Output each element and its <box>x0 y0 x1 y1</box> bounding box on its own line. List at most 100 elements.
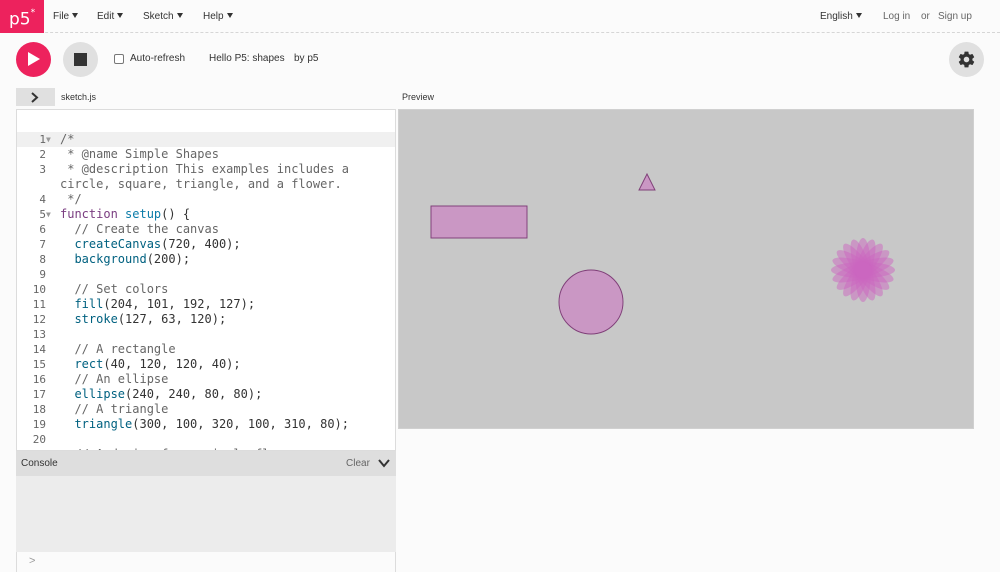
line-number: 18 <box>32 403 46 416</box>
stop-button[interactable] <box>63 42 98 77</box>
play-button[interactable] <box>16 42 51 77</box>
sidebar-toggle-button[interactable] <box>16 88 55 106</box>
code-line[interactable]: 14 // A rectangle <box>17 342 395 357</box>
menu-edit-label: Edit <box>97 11 115 22</box>
line-number: 12 <box>32 313 46 326</box>
sketch-owner: by p5 <box>294 53 319 64</box>
menu-file-label: File <box>53 11 70 22</box>
preview-canvas[interactable] <box>398 109 974 429</box>
code-text: rect(40, 120, 120, 40); <box>74 357 241 371</box>
code-text: // Set colors <box>60 282 169 296</box>
top-nav: p5* File Edit Sketch Help English Log in… <box>0 0 1000 33</box>
console-input[interactable]: > <box>16 552 396 572</box>
code-text: * @name Simple Shapes <box>60 147 219 161</box>
line-number: 3 <box>39 163 46 176</box>
line-number: 8 <box>39 253 46 266</box>
code-text: // A triangle <box>60 402 169 416</box>
sketch-name[interactable]: Hello P5: shapes <box>209 53 285 64</box>
sketch-rectangle <box>430 205 528 239</box>
code-text: triangle(300, 100, 320, 100, 310, 80); <box>74 417 349 431</box>
autorefresh-checkbox[interactable] <box>114 54 124 64</box>
line-number: 16 <box>32 373 46 386</box>
caret-down-icon <box>72 13 79 18</box>
language-dropdown[interactable]: English <box>820 0 862 33</box>
line-number: 10 <box>32 283 46 296</box>
fold-arrow-icon[interactable]: ▼ <box>46 132 51 147</box>
code-line[interactable]: 11 fill(204, 101, 192, 127); <box>17 297 395 312</box>
line-number: 9 <box>39 268 46 281</box>
line-number: 4 <box>39 193 46 206</box>
caret-down-icon <box>117 13 124 18</box>
autorefresh-label[interactable]: Auto-refresh <box>130 53 185 64</box>
menu-help[interactable]: Help <box>203 0 233 33</box>
code-line[interactable]: 13 <box>17 327 395 342</box>
line-number: 20 <box>32 433 46 446</box>
code-line[interactable]: 12 stroke(127, 63, 120); <box>17 312 395 327</box>
play-icon <box>28 52 40 66</box>
settings-button[interactable] <box>949 42 984 77</box>
line-number: 2 <box>39 148 46 161</box>
menu-help-label: Help <box>203 11 224 22</box>
logo-asterisk: * <box>30 8 36 18</box>
sketch-circle <box>558 269 624 335</box>
logo-text: p5 <box>9 9 31 30</box>
code-line[interactable]: 16 // An ellipse <box>17 372 395 387</box>
code-text: circle, square, triangle, and a flower. <box>60 177 342 191</box>
caret-down-icon <box>226 13 233 18</box>
signup-link[interactable]: Sign up <box>938 0 972 33</box>
line-number: 13 <box>32 328 46 341</box>
code-line[interactable]: 1 ▼ /* <box>17 132 395 147</box>
code-line[interactable]: 5 ▼ function setup() { <box>17 207 395 222</box>
code-line[interactable]: 4 */ <box>17 192 395 207</box>
caret-down-icon <box>855 13 862 18</box>
code-line[interactable]: 17 ellipse(240, 240, 80, 80); <box>17 387 395 402</box>
code-line[interactable]: 18 // A triangle <box>17 402 395 417</box>
login-link[interactable]: Log in <box>883 0 910 33</box>
code-text: * @description This examples includes a <box>60 162 349 176</box>
line-number: 7 <box>39 238 46 251</box>
code-text: */ <box>60 192 82 206</box>
p5-logo[interactable]: p5* <box>0 0 44 33</box>
code-line[interactable]: 20 <box>17 432 395 447</box>
line-number: 6 <box>39 223 46 236</box>
code-text: background(200); <box>74 252 191 266</box>
code-text: function setup() { <box>60 207 191 221</box>
code-line[interactable]: 8 background(200); <box>17 252 395 267</box>
code-text: // Create the canvas <box>60 222 219 236</box>
sketch-canvas <box>399 110 973 428</box>
code-text: stroke(127, 63, 120); <box>74 312 227 326</box>
code-text: ellipse(240, 240, 80, 80); <box>74 387 263 401</box>
menu-sketch[interactable]: Sketch <box>143 0 183 33</box>
line-number: 19 <box>32 418 46 431</box>
code-line[interactable]: 15 rect(40, 120, 120, 40); <box>17 357 395 372</box>
code-text: createCanvas(720, 400); <box>74 237 241 251</box>
code-text: fill(204, 101, 192, 127); <box>74 297 256 311</box>
file-tab-sketch[interactable]: sketch.js <box>61 92 96 102</box>
menu-file[interactable]: File <box>53 0 79 33</box>
console-clear-button[interactable]: Clear <box>346 458 370 469</box>
menu-sketch-label: Sketch <box>143 11 174 22</box>
code-line[interactable]: 7 createCanvas(720, 400); <box>17 237 395 252</box>
code-line[interactable]: 10 // Set colors <box>17 282 395 297</box>
code-text: // A rectangle <box>60 342 176 356</box>
code-line[interactable]: 9 <box>17 267 395 282</box>
console-output <box>16 476 396 552</box>
line-number: 17 <box>32 388 46 401</box>
fold-arrow-icon[interactable]: ▼ <box>46 207 51 222</box>
gear-icon <box>958 51 975 68</box>
stop-icon <box>74 53 87 66</box>
language-label: English <box>820 11 853 22</box>
chevron-down-icon[interactable] <box>378 459 390 468</box>
code-line[interactable]: 2 * @name Simple Shapes <box>17 147 395 162</box>
line-number: 14 <box>32 343 46 356</box>
code-line[interactable]: circle, square, triangle, and a flower. <box>17 177 395 192</box>
line-number: 5 <box>39 208 46 221</box>
menu-edit[interactable]: Edit <box>97 0 124 33</box>
console-prompt: > <box>29 555 36 567</box>
code-editor[interactable]: 1 ▼/* 2 * @name Simple Shapes 3 * @descript… <box>16 109 396 451</box>
code-line[interactable]: 6 // Create the canvas <box>17 222 395 237</box>
code-line[interactable]: 19 triangle(300, 100, 320, 100, 310, 80)… <box>17 417 395 432</box>
chevron-right-icon <box>31 92 39 103</box>
or-text: or <box>921 11 930 22</box>
code-line[interactable]: 3 * @description This examples includes … <box>17 162 395 177</box>
